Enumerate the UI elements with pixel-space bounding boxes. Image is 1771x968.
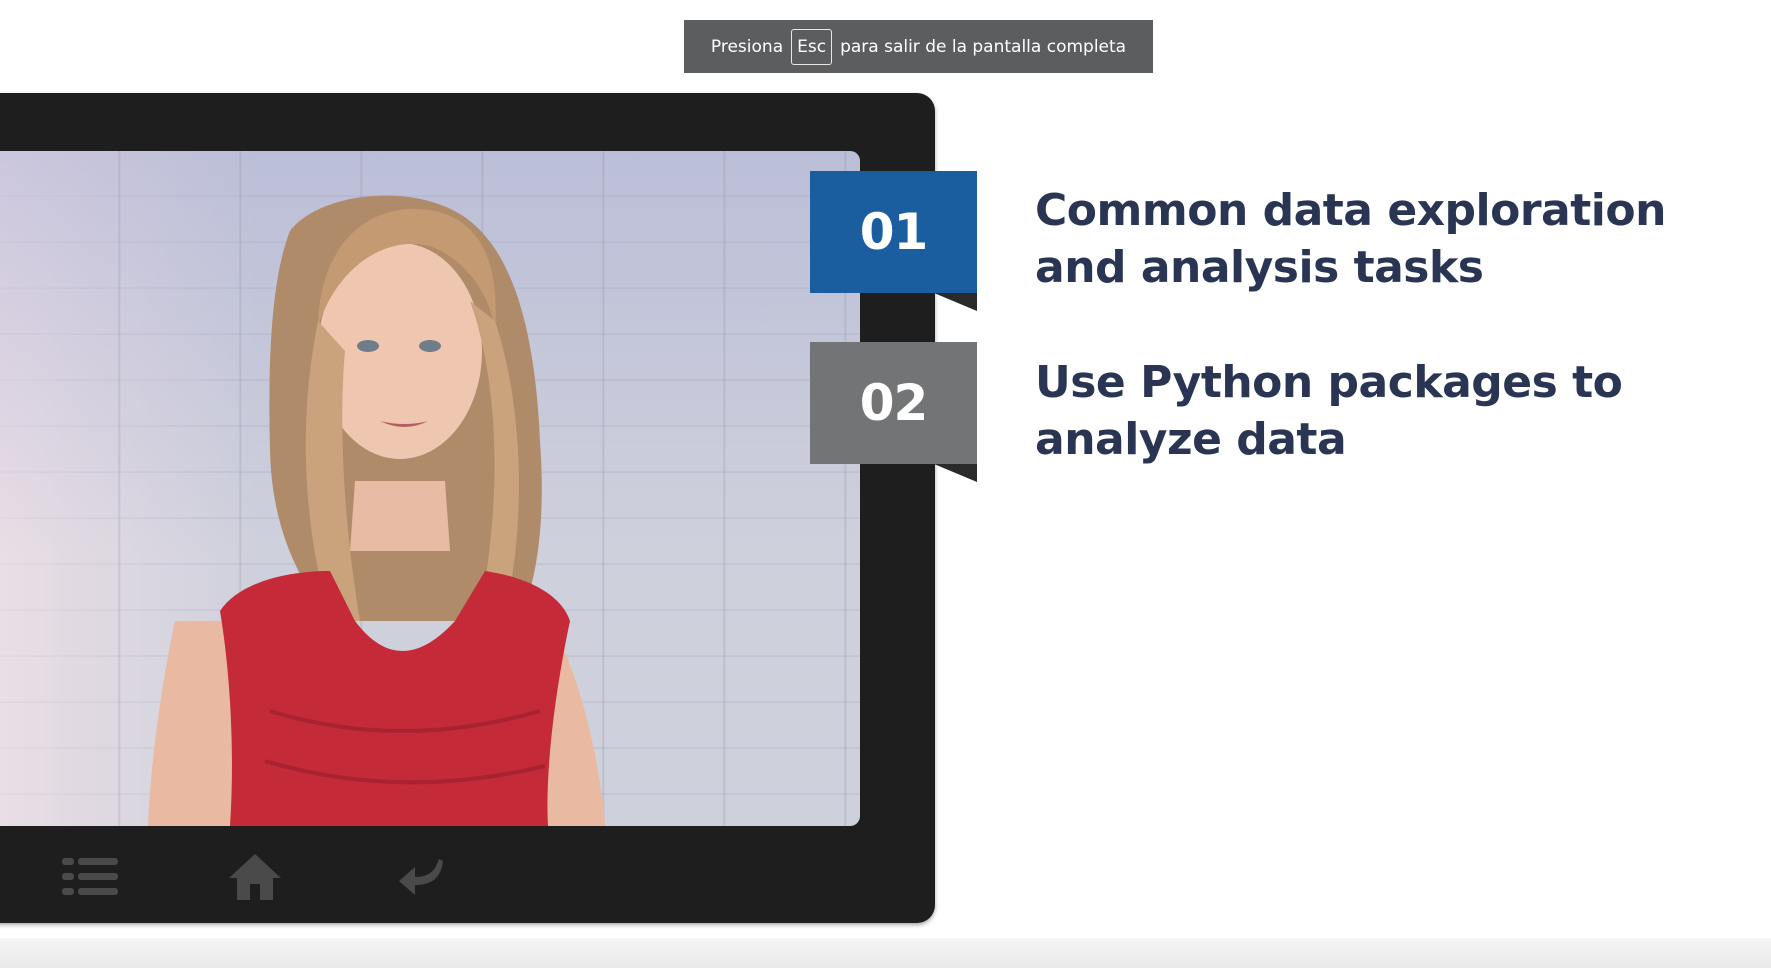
agenda-tab-fold: [934, 293, 977, 311]
course-player: Presiona Esc para salir de la pantalla c…: [0, 0, 1771, 968]
agenda-item-text-02: Use Python packages to analyze data: [1035, 357, 1623, 465]
menu-list-icon[interactable]: [60, 852, 120, 902]
agenda-number-02: 02: [810, 342, 977, 464]
tablet-toolbar: [0, 826, 935, 923]
bottom-strip: [0, 938, 1771, 968]
fullscreen-notice: Presiona Esc para salir de la pantalla c…: [684, 20, 1153, 73]
fullscreen-notice-prefix: Presiona: [710, 36, 784, 57]
agenda-tab-fold: [934, 464, 977, 482]
home-icon[interactable]: [225, 852, 285, 902]
agenda-item-text-01: Common data exploration and analysis tas…: [1035, 185, 1666, 293]
back-arrow-icon[interactable]: [392, 852, 452, 902]
fullscreen-notice-suffix: para salir de la pantalla completa: [840, 36, 1127, 57]
esc-key-badge: Esc: [791, 28, 833, 65]
agenda-number-01: 01: [810, 171, 977, 293]
presenter-video[interactable]: [0, 151, 860, 826]
presenter-image: [148, 195, 605, 826]
